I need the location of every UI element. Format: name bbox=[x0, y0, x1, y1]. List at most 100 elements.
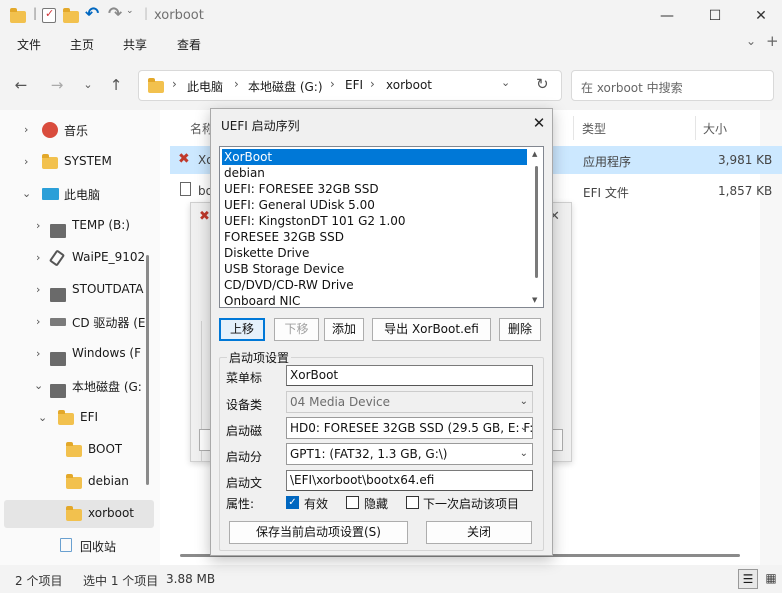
sidebar-item-efi[interactable]: ⌄ EFI bbox=[4, 404, 154, 432]
export-efi-button[interactable]: 导出 XorBoot.efi bbox=[372, 318, 491, 341]
sidebar-item-waipe[interactable]: › WaiPE_9102 bbox=[4, 244, 154, 272]
sidebar-item-boot[interactable]: BOOT bbox=[4, 436, 154, 464]
sidebar-item-this-pc[interactable]: ⌄ 此电脑 bbox=[4, 180, 154, 208]
boot-entry[interactable]: CD/DVD/CD-RW Drive bbox=[222, 277, 527, 293]
tab-share[interactable]: 共享 bbox=[123, 36, 147, 53]
sidebar-item-drive-g[interactable]: ⌄ 本地磁盘 (G: bbox=[4, 372, 154, 400]
group-title: 启动项设置 bbox=[227, 349, 292, 366]
sidebar-scrollbar[interactable] bbox=[146, 255, 149, 485]
sidebar-item-stoutdata[interactable]: › STOUTDATA bbox=[4, 276, 154, 304]
sidebar-item-system[interactable]: › SYSTEM bbox=[4, 148, 154, 176]
save-settings-button[interactable]: 保存当前启动项设置(S) bbox=[229, 521, 408, 544]
boot-disk-select[interactable]: HD0: FORESEE 32GB SSD (29.5 GB, E: F: G:… bbox=[286, 417, 533, 439]
add-icon[interactable]: + bbox=[766, 32, 779, 50]
scroll-up-icon[interactable]: ▲ bbox=[532, 150, 537, 158]
breadcrumb-this-pc[interactable]: 此电脑 bbox=[187, 78, 223, 95]
folder-icon bbox=[66, 442, 82, 459]
device-class-select[interactable]: 04 Media Device ⌄ bbox=[286, 391, 533, 413]
boot-entry[interactable]: USB Storage Device bbox=[222, 261, 527, 277]
maximize-button[interactable]: ☐ bbox=[692, 4, 738, 28]
uefi-boot-order-dialog: UEFI 启动序列 ✕ XorBoot debian UEFI: FORESEE… bbox=[210, 108, 553, 556]
boot-entry[interactable]: UEFI: FORESEE 32GB SSD bbox=[222, 181, 527, 197]
sidebar-item-xorboot[interactable]: xorboot bbox=[4, 500, 154, 528]
boot-partition-select[interactable]: GPT1: (FAT32, 1.3 GB, G:\) ⌄ bbox=[286, 443, 533, 465]
item-count: 2 个项目 bbox=[15, 574, 63, 588]
up-button[interactable]: ↑ bbox=[104, 74, 128, 96]
attributes-label: 属性: bbox=[226, 497, 255, 511]
column-type[interactable]: 类型 bbox=[582, 120, 606, 137]
address-bar[interactable]: › 此电脑 › 本地磁盘 (G:) › EFI › xorboot ⌄ ↻ bbox=[138, 70, 562, 101]
folder-icon bbox=[66, 506, 82, 523]
chevron-right-icon: › bbox=[330, 77, 335, 91]
back-button[interactable]: ← bbox=[9, 74, 33, 96]
sidebar-item-temp-b[interactable]: › TEMP (B:) bbox=[4, 212, 154, 240]
file-type: EFI 文件 bbox=[583, 186, 629, 200]
move-up-button[interactable]: 上移 bbox=[219, 318, 265, 341]
close-window-button[interactable]: ✕ bbox=[738, 4, 782, 28]
add-button[interactable]: 添加 bbox=[324, 318, 364, 341]
boot-entry[interactable]: Diskette Drive bbox=[222, 245, 527, 261]
boot-file-input[interactable]: \EFI\xorboot\bootx64.efi bbox=[286, 470, 533, 491]
selected-count: 选中 1 个项目 bbox=[83, 574, 159, 588]
drive-icon bbox=[50, 224, 66, 238]
sidebar-item-recycle-bin[interactable]: 回收站 bbox=[4, 532, 154, 560]
search-input[interactable]: 在 xorboot 中搜索 bbox=[571, 70, 774, 101]
breadcrumb-drive-g[interactable]: 本地磁盘 (G:) bbox=[248, 78, 323, 95]
forward-button[interactable]: → bbox=[45, 74, 69, 96]
chevron-right-icon: › bbox=[370, 77, 375, 91]
tiles-view-icon[interactable]: ▦ bbox=[762, 569, 780, 589]
minimize-button[interactable]: — bbox=[644, 4, 690, 28]
boot-entry[interactable]: UEFI: General UDisk 5.00 bbox=[222, 197, 527, 213]
drive-icon bbox=[50, 384, 66, 398]
list-scrollbar[interactable]: ▲ ▼ bbox=[531, 148, 543, 306]
folder-icon bbox=[10, 8, 26, 24]
breadcrumb-efi[interactable]: EFI bbox=[345, 78, 363, 92]
menu-title-input[interactable]: XorBoot bbox=[286, 365, 533, 386]
chevron-down-icon[interactable]: ⌄ bbox=[501, 76, 510, 89]
tab-file[interactable]: 文件 bbox=[17, 36, 41, 53]
sidebar-item-music[interactable]: › 音乐 bbox=[4, 116, 154, 144]
boot-entry[interactable]: XorBoot bbox=[222, 149, 527, 165]
boot-entry[interactable]: debian bbox=[222, 165, 527, 181]
sidebar-item-windows-f[interactable]: › Windows (F bbox=[4, 340, 154, 368]
boot-entry-list[interactable]: XorBoot debian UEFI: FORESEE 32GB SSD UE… bbox=[219, 146, 544, 308]
column-size[interactable]: 大小 bbox=[703, 120, 727, 137]
window-title: xorboot bbox=[154, 8, 204, 23]
folder-icon bbox=[42, 154, 58, 171]
undo-icon[interactable]: ↶ bbox=[85, 4, 101, 24]
music-icon bbox=[42, 122, 58, 138]
refresh-icon[interactable]: ↻ bbox=[536, 75, 549, 93]
close-button[interactable]: 关闭 bbox=[426, 521, 532, 544]
sidebar-item-cd-drive[interactable]: › CD 驱动器 (E bbox=[4, 308, 154, 336]
chevron-right-icon: › bbox=[234, 77, 239, 91]
tab-view[interactable]: 查看 bbox=[177, 36, 201, 53]
boot-entry[interactable]: Onboard NIC bbox=[222, 293, 527, 309]
scroll-down-icon[interactable]: ▼ bbox=[532, 296, 537, 304]
chevron-down-icon[interactable]: ⌄ bbox=[126, 6, 142, 22]
scroll-thumb[interactable] bbox=[535, 166, 538, 278]
navigation-pane: › 音乐 › SYSTEM ⌄ 此电脑 › TEMP (B:) › WaiPE_… bbox=[0, 110, 156, 565]
new-folder-icon[interactable] bbox=[63, 8, 79, 24]
active-checkbox[interactable]: ✓ bbox=[286, 496, 299, 509]
properties-icon[interactable]: ✓ bbox=[42, 7, 56, 23]
ribbon-tabs: 文件 主页 共享 查看 ⌄ + bbox=[0, 32, 782, 58]
move-down-button[interactable]: 下移 bbox=[274, 318, 319, 341]
breadcrumb-xorboot[interactable]: xorboot bbox=[386, 78, 432, 92]
next-boot-checkbox[interactable] bbox=[406, 496, 419, 509]
recycle-bin-icon bbox=[60, 538, 72, 552]
redo-icon[interactable]: ↷ bbox=[108, 4, 124, 24]
dialog-close-icon[interactable]: ✕ bbox=[529, 113, 549, 133]
tab-home[interactable]: 主页 bbox=[70, 36, 94, 53]
boot-entry[interactable]: FORESEE 32GB SSD bbox=[222, 229, 527, 245]
boot-entry[interactable]: UEFI: KingstonDT 101 G2 1.00 bbox=[222, 213, 527, 229]
boot-disk-label: 启动磁 bbox=[226, 424, 263, 438]
app-icon: ✖ bbox=[199, 209, 210, 224]
details-view-icon[interactable]: ☰ bbox=[738, 569, 758, 589]
chevron-down-icon: ⌄ bbox=[519, 448, 528, 459]
ribbon-expand-icon[interactable]: ⌄ bbox=[746, 34, 756, 48]
hidden-checkbox[interactable] bbox=[346, 496, 359, 509]
title-bar: | ✓ ↶ ↷ ⌄ | xorboot — ☐ ✕ bbox=[0, 0, 782, 32]
sidebar-item-debian[interactable]: debian bbox=[4, 468, 154, 496]
delete-button[interactable]: 删除 bbox=[499, 318, 541, 341]
recent-locations-icon[interactable]: ⌄ bbox=[76, 74, 100, 96]
